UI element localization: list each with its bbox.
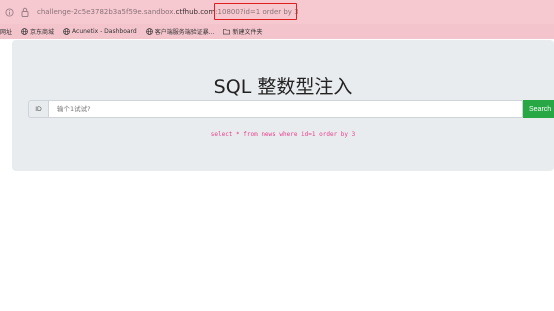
jumbotron: SQL 整数型注入 ID Search select * from news w… bbox=[12, 40, 554, 171]
id-label: ID bbox=[28, 100, 48, 118]
url-host: ctfhub.com bbox=[175, 8, 216, 16]
bookmark-item[interactable]: 网址 bbox=[0, 27, 12, 36]
page-title: SQL 整数型注入 bbox=[213, 76, 353, 98]
search-input[interactable] bbox=[48, 100, 523, 118]
bookmark-label: 京东商城 bbox=[30, 29, 55, 36]
lock-icon[interactable] bbox=[19, 6, 31, 18]
info-icon[interactable] bbox=[3, 6, 15, 18]
globe-icon bbox=[63, 28, 70, 35]
bookmark-folder[interactable]: 新建文件夹 bbox=[223, 27, 262, 36]
search-button[interactable]: Search bbox=[523, 100, 554, 118]
bookmark-label: 客户端服务端验证暴... bbox=[154, 29, 215, 36]
address-bar[interactable]: challenge-2c5e3782b3a5f59e.sandbox.ctfhu… bbox=[0, 0, 554, 24]
globe-icon bbox=[21, 28, 28, 35]
bookmark-label: Acunetix - Dashboard bbox=[72, 28, 137, 35]
bookmark-item[interactable]: 客户端服务端验证暴... bbox=[145, 27, 215, 36]
bookmarks-bar: 网址 京东商城 Acunetix - Dashboard 客户端服务端验证暴..… bbox=[0, 24, 554, 39]
bookmark-label: 新建文件夹 bbox=[232, 29, 263, 36]
url-prefix: challenge-2c5e3782b3a5f59e.sandbox. bbox=[37, 8, 176, 16]
url-query-highlight bbox=[214, 3, 297, 20]
search-form: ID Search bbox=[28, 100, 554, 118]
sql-query-text: select * from news where id=1 order by 3 bbox=[210, 131, 356, 138]
bookmark-label: 网址 bbox=[0, 29, 13, 36]
folder-icon bbox=[223, 28, 231, 35]
bookmark-item[interactable]: 京东商城 bbox=[21, 27, 54, 36]
globe-icon bbox=[145, 28, 153, 35]
bookmark-item[interactable]: Acunetix - Dashboard bbox=[63, 28, 137, 35]
